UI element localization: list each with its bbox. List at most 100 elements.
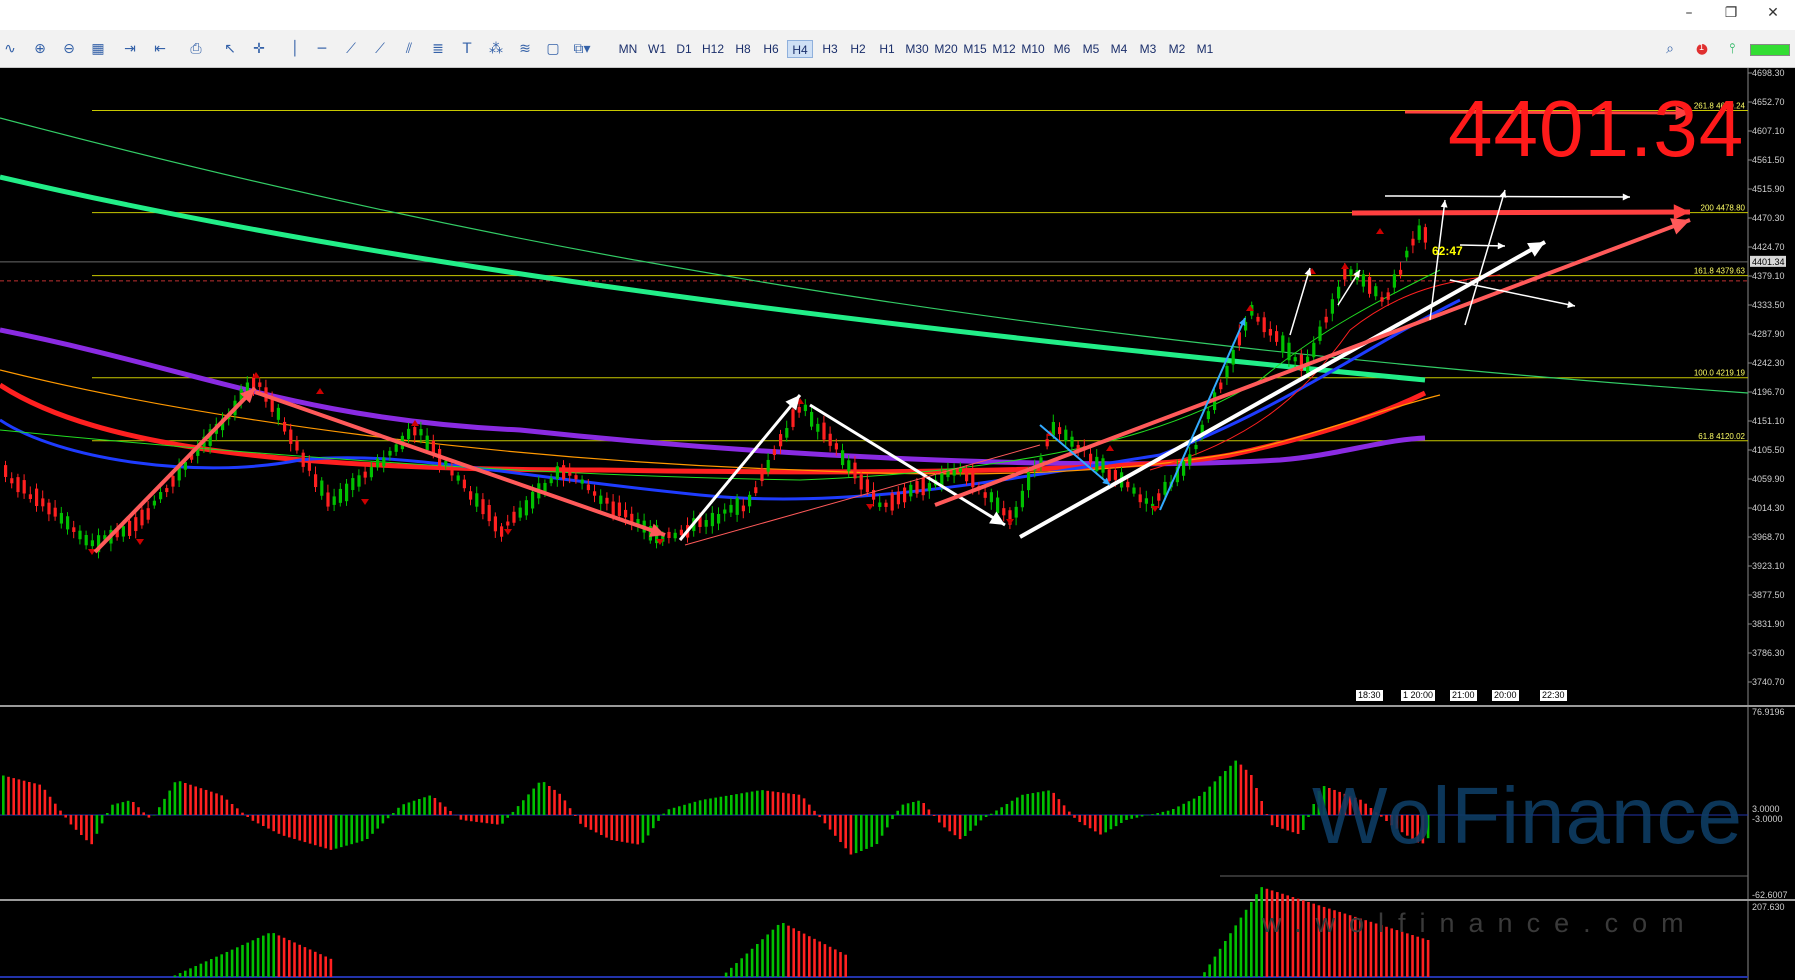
candle-body	[84, 534, 88, 546]
cursor-icon[interactable]: ↖	[220, 40, 240, 58]
histogram-bar	[730, 795, 733, 815]
histogram-bar	[797, 794, 801, 815]
signal-icon[interactable]: ⫯	[1722, 40, 1742, 58]
histogram-bar	[1296, 815, 1300, 834]
histogram-bar	[194, 786, 197, 815]
candle-timer: 62:47	[1432, 244, 1463, 258]
shapes-icon[interactable]: ⁂	[486, 40, 506, 58]
candle-body	[128, 520, 132, 536]
timeframe-m20[interactable]: M20	[933, 40, 959, 58]
candle-body	[295, 440, 299, 451]
rectangle-icon[interactable]: ▢	[543, 40, 563, 58]
fractal-marker	[1106, 445, 1114, 451]
fibonacci-icon[interactable]: ≣	[428, 40, 448, 58]
histogram-bar	[938, 815, 941, 823]
channel-icon[interactable]: ⫽	[399, 40, 419, 58]
candle-body	[810, 411, 814, 427]
candle-body	[35, 488, 39, 506]
histogram-bar	[1270, 815, 1274, 826]
timeframe-h8[interactable]: H8	[730, 40, 756, 58]
autoscroll-icon[interactable]: ⇥	[120, 40, 140, 58]
candle-body	[555, 466, 559, 480]
restore-button[interactable]: ❐	[1718, 4, 1744, 22]
histogram-bar	[745, 953, 749, 977]
minimize-button[interactable]: –	[1676, 4, 1702, 22]
histogram-bar	[834, 815, 837, 836]
fan-icon[interactable]: ≋	[515, 40, 535, 58]
histogram-bar	[178, 781, 182, 815]
timeframe-m10[interactable]: M10	[1020, 40, 1046, 58]
fractal-marker	[1341, 263, 1349, 269]
histogram-bar	[912, 802, 915, 815]
candle-body	[909, 484, 913, 497]
zoom-in-icon[interactable]: ⊕	[30, 40, 50, 58]
close-button[interactable]: ✕	[1760, 4, 1786, 22]
screenshot-icon[interactable]: ⎙	[186, 40, 206, 58]
ray-icon[interactable]: ⟋	[370, 40, 390, 58]
timeframe-h12[interactable]: H12	[700, 40, 726, 58]
trendline-icon[interactable]: ⟋	[341, 40, 361, 58]
histogram-bar	[1109, 815, 1113, 830]
candle-body	[673, 532, 677, 539]
timeframe-m5[interactable]: M5	[1078, 40, 1104, 58]
timeframe-mn[interactable]: MN	[615, 40, 641, 58]
candle-body	[1089, 453, 1093, 463]
timeframe-h6[interactable]: H6	[758, 40, 784, 58]
candle-body	[611, 501, 615, 517]
price-label: 4607.10	[1752, 126, 1785, 136]
timeframe-h1[interactable]: H1	[874, 40, 900, 58]
candle-body	[369, 466, 373, 478]
timeframe-d1[interactable]: D1	[671, 40, 697, 58]
candle-body	[779, 434, 783, 447]
chart-type-icon[interactable]: ∿	[0, 40, 20, 58]
histogram-bar	[865, 815, 868, 849]
timeframe-h3[interactable]: H3	[817, 40, 843, 58]
candle-body	[252, 376, 256, 389]
histogram-bar	[366, 815, 369, 839]
vertical-line-icon[interactable]: │	[285, 40, 305, 58]
candle-body	[772, 449, 776, 456]
candle-body	[965, 470, 969, 482]
histogram-bar	[1042, 791, 1045, 815]
histogram-bar	[220, 954, 223, 977]
arrow-head	[1497, 242, 1505, 250]
histogram-bar	[1250, 902, 1253, 977]
histogram-bar	[610, 815, 613, 841]
candle-body	[524, 500, 528, 516]
search-icon[interactable]: ⌕	[1660, 40, 1680, 58]
histogram-bar	[236, 947, 239, 977]
histogram-bar	[693, 801, 697, 815]
histogram-bar	[1083, 815, 1087, 826]
timeframe-m12[interactable]: M12	[991, 40, 1017, 58]
histogram-bar	[1234, 925, 1237, 977]
timeframe-m15[interactable]: M15	[962, 40, 988, 58]
timeframe-m3[interactable]: M3	[1135, 40, 1161, 58]
timeframe-h4[interactable]: H4	[787, 40, 813, 58]
timeframe-w1[interactable]: W1	[644, 40, 670, 58]
zoom-out-icon[interactable]: ⊖	[59, 40, 79, 58]
candle-body	[351, 478, 355, 491]
histogram-bar	[1151, 814, 1154, 815]
timeframe-m1[interactable]: M1	[1192, 40, 1218, 58]
histogram-bar	[412, 800, 416, 815]
grid-icon[interactable]: ▦	[88, 40, 108, 58]
timeframe-m4[interactable]: M4	[1106, 40, 1132, 58]
candle-body	[1405, 250, 1409, 258]
timeframe-m30[interactable]: M30	[904, 40, 930, 58]
histogram-bar	[1208, 964, 1211, 977]
candle-body	[320, 480, 324, 496]
objects-menu-icon[interactable]: ⧉▾	[572, 40, 592, 58]
histogram-bar	[376, 815, 379, 829]
indicator-min-label: -62.6007	[1752, 890, 1788, 900]
text-icon[interactable]: T	[457, 40, 477, 58]
crosshair-icon[interactable]: ✛	[249, 40, 269, 58]
timeframe-m6[interactable]: M6	[1049, 40, 1075, 58]
histogram-bar	[548, 786, 551, 815]
histogram-bar	[761, 939, 764, 977]
histogram-bar	[844, 954, 847, 977]
timeframe-m2[interactable]: M2	[1164, 40, 1190, 58]
horizontal-line-icon[interactable]: ─	[312, 40, 332, 58]
chart-shift-icon[interactable]: ⇤	[150, 40, 170, 58]
timeframe-h2[interactable]: H2	[845, 40, 871, 58]
candle-body	[431, 440, 435, 454]
